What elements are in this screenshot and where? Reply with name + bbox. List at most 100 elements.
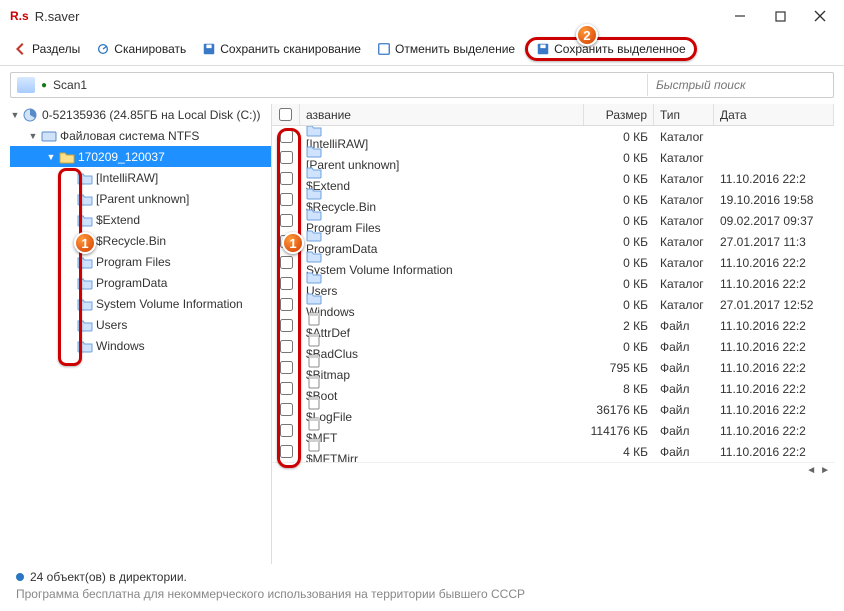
back-sections-button[interactable]: Разделы	[8, 39, 86, 59]
row-checkbox[interactable]	[280, 172, 293, 185]
row-checkbox-cell[interactable]	[272, 298, 300, 311]
tree-item[interactable]: Windows	[10, 335, 271, 356]
col-name-label: азвание	[306, 108, 351, 122]
col-name[interactable]: азвание	[300, 104, 584, 125]
row-checkbox[interactable]	[280, 340, 293, 353]
content-area: ▼ 0-52135936 (24.85ГБ на Local Disk (C:)…	[0, 104, 844, 564]
list-scroll-footer: ◄ ►	[272, 462, 834, 478]
row-checkbox-cell[interactable]	[272, 403, 300, 416]
close-button[interactable]	[800, 2, 840, 30]
tree-item[interactable]: Program Files	[10, 251, 271, 272]
row-checkbox[interactable]	[280, 424, 293, 437]
title-bar: R.s R.saver	[0, 0, 844, 32]
tree-fs[interactable]: ▼ Файловая система NTFS	[10, 125, 271, 146]
row-checkbox[interactable]	[280, 151, 293, 164]
status-indicator-icon	[16, 573, 24, 581]
col-date[interactable]: Дата	[714, 104, 834, 125]
tree-scan-folder[interactable]: ▼ 170209_120037	[10, 146, 271, 167]
list-body[interactable]: [IntelliRAW]0 КБКаталог[Parent unknown]0…	[272, 126, 834, 462]
row-checkbox[interactable]	[280, 193, 293, 206]
col-type-label: Тип	[660, 108, 680, 122]
col-checkbox[interactable]	[272, 104, 300, 125]
row-date: 11.10.2016 22:2	[714, 277, 834, 291]
row-checkbox[interactable]	[280, 382, 293, 395]
current-path[interactable]: Scan1	[53, 78, 641, 92]
tree-item[interactable]: ProgramData	[10, 272, 271, 293]
row-checkbox-cell[interactable]	[272, 319, 300, 332]
tree-item[interactable]: $Extend	[10, 209, 271, 230]
arrow-left-icon	[14, 42, 28, 56]
drive-icon	[41, 129, 57, 143]
table-row[interactable]: $MFTMirr4 КБФайл11.10.2016 22:2	[272, 441, 834, 462]
folder-tree[interactable]: ▼ 0-52135936 (24.85ГБ на Local Disk (C:)…	[10, 104, 272, 564]
row-checkbox[interactable]	[280, 130, 293, 143]
row-checkbox[interactable]	[280, 403, 293, 416]
row-checkbox-cell[interactable]	[272, 172, 300, 185]
tree-item[interactable]: [Parent unknown]	[10, 188, 271, 209]
expand-icon[interactable]: ▼	[10, 110, 20, 120]
row-size: 2 КБ	[584, 319, 654, 333]
quick-search-input[interactable]	[647, 74, 827, 96]
row-checkbox-cell[interactable]	[272, 193, 300, 206]
row-checkbox-cell[interactable]	[272, 361, 300, 374]
tree-item[interactable]: Users	[10, 314, 271, 335]
close-icon	[814, 10, 826, 22]
row-checkbox-cell[interactable]	[272, 424, 300, 437]
tree-item[interactable]: System Volume Information	[10, 293, 271, 314]
col-size-label: Размер	[606, 108, 647, 122]
row-checkbox[interactable]	[280, 256, 293, 269]
row-checkbox-cell[interactable]	[272, 214, 300, 227]
save-selected-icon	[536, 42, 550, 56]
list-header: азвание Размер Тип Дата	[272, 104, 834, 126]
row-type: Каталог	[654, 235, 714, 249]
tree-item[interactable]: [IntelliRAW]	[10, 167, 271, 188]
save-selected-button[interactable]: Сохранить выделенное	[525, 37, 697, 61]
row-type: Каталог	[654, 193, 714, 207]
tree-item[interactable]: $Recycle.Bin	[10, 230, 271, 251]
row-checkbox-cell[interactable]	[272, 256, 300, 269]
minimize-button[interactable]	[720, 2, 760, 30]
row-type: Каталог	[654, 130, 714, 144]
row-checkbox[interactable]	[280, 214, 293, 227]
row-size: 0 КБ	[584, 298, 654, 312]
callout-marker-2: 2	[576, 24, 598, 46]
col-type[interactable]: Тип	[654, 104, 714, 125]
row-checkbox-cell[interactable]	[272, 130, 300, 143]
row-checkbox-cell[interactable]	[272, 382, 300, 395]
row-checkbox[interactable]	[280, 319, 293, 332]
radar-icon	[96, 42, 110, 56]
sections-label: Разделы	[32, 42, 80, 56]
row-checkbox[interactable]	[280, 445, 293, 458]
row-date: 11.10.2016 22:2	[714, 361, 834, 375]
row-type: Файл	[654, 319, 714, 333]
footer-note: Программа бесплатна для некоммерческого …	[16, 587, 525, 601]
row-type: Каталог	[654, 151, 714, 165]
save-scan-label: Сохранить сканирование	[220, 42, 361, 56]
minimize-icon	[734, 10, 746, 22]
expand-icon[interactable]: ▼	[28, 131, 38, 141]
row-checkbox-cell[interactable]	[272, 151, 300, 164]
tree-root[interactable]: ▼ 0-52135936 (24.85ГБ на Local Disk (C:)…	[10, 104, 271, 125]
row-checkbox[interactable]	[280, 298, 293, 311]
tree-fs-label: Файловая система NTFS	[60, 129, 199, 143]
row-checkbox[interactable]	[280, 361, 293, 374]
row-size: 795 КБ	[584, 361, 654, 375]
scroll-right-icon[interactable]: ►	[820, 465, 830, 476]
col-size[interactable]: Размер	[584, 104, 654, 125]
row-size: 8 КБ	[584, 382, 654, 396]
select-all-checkbox[interactable]	[279, 108, 292, 121]
scroll-left-icon[interactable]: ◄	[806, 465, 816, 476]
row-checkbox[interactable]	[280, 277, 293, 290]
row-checkbox-cell[interactable]	[272, 340, 300, 353]
cancel-selection-button[interactable]: Отменить выделение	[371, 39, 521, 59]
maximize-button[interactable]	[760, 2, 800, 30]
save-scan-button[interactable]: Сохранить сканирование	[196, 39, 367, 59]
row-date: 27.01.2017 12:52	[714, 298, 834, 312]
scan-button[interactable]: Сканировать	[90, 39, 192, 59]
row-size: 0 КБ	[584, 172, 654, 186]
row-type: Файл	[654, 424, 714, 438]
row-checkbox-cell[interactable]	[272, 277, 300, 290]
row-checkbox-cell[interactable]	[272, 445, 300, 458]
col-date-label: Дата	[720, 108, 747, 122]
expand-icon[interactable]: ▼	[46, 152, 56, 162]
